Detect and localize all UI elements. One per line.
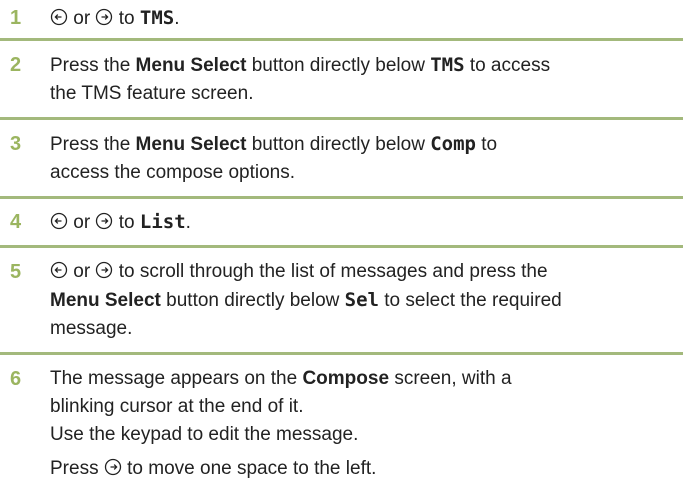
step-text: blinking cursor at the end of it. xyxy=(50,396,304,417)
step-text: message. xyxy=(50,318,133,339)
display-label: TMS xyxy=(139,7,175,29)
step-text: to access xyxy=(469,55,551,76)
steps-list: 1 or to TMS. 2 Press the Menu Select but… xyxy=(0,0,683,487)
step-1: 1 or to TMS. xyxy=(0,0,683,41)
step-text: or xyxy=(73,212,91,233)
display-label: Comp xyxy=(430,133,476,155)
nav-right-icon xyxy=(104,458,122,476)
nav-right-icon xyxy=(95,8,113,26)
step-text: to move one space to the left. xyxy=(127,458,377,479)
step-text: or xyxy=(73,8,91,29)
step-text: Press the xyxy=(50,134,131,155)
button-name: Menu Select xyxy=(135,55,247,76)
button-name: Menu Select xyxy=(50,290,161,311)
step-6: 6 The message appears on the Compose scr… xyxy=(0,355,683,487)
nav-right-icon xyxy=(95,261,113,279)
step-text: to xyxy=(481,134,498,155)
step-text: the TMS feature screen. xyxy=(50,83,254,104)
step-text: screen, with a xyxy=(394,368,512,389)
nav-right-icon xyxy=(95,212,113,230)
step-text: access the compose options. xyxy=(50,162,296,183)
step-3: 3 Press the Menu Select button directly … xyxy=(0,120,683,199)
nav-left-icon xyxy=(50,261,68,279)
screen-name: Compose xyxy=(302,368,390,389)
step-text: Use the keypad to edit the message. xyxy=(50,424,359,445)
step-number: 1 xyxy=(10,7,22,29)
step-4: 4 or to List. xyxy=(0,199,683,248)
step-text: Press xyxy=(50,458,99,479)
step-text: . xyxy=(185,212,191,233)
display-label: TMS xyxy=(430,54,465,76)
button-name: Menu Select xyxy=(135,134,247,155)
display-label: List xyxy=(139,211,186,233)
step-number: 3 xyxy=(10,133,22,155)
step-text: to xyxy=(118,8,135,29)
step-text: . xyxy=(174,8,180,29)
step-text: button directly below xyxy=(166,290,340,311)
nav-left-icon xyxy=(50,8,68,26)
step-2: 2 Press the Menu Select button directly … xyxy=(0,41,683,120)
step-text: button directly below xyxy=(251,55,425,76)
nav-left-icon xyxy=(50,212,68,230)
step-text: to select the required xyxy=(384,290,562,311)
step-text: to xyxy=(118,212,135,233)
step-text: button directly below xyxy=(251,134,425,155)
step-number: 5 xyxy=(10,261,22,283)
step-text: or xyxy=(73,261,91,282)
step-text: to scroll through the list of messages a… xyxy=(118,261,548,282)
step-text: Press the xyxy=(50,55,131,76)
display-label: Sel xyxy=(344,289,379,311)
step-number: 6 xyxy=(10,368,22,390)
step-5: 5 or to scroll through the list of messa… xyxy=(0,248,683,355)
step-number: 4 xyxy=(10,211,22,233)
step-number: 2 xyxy=(10,54,22,76)
step-text: The message appears on the xyxy=(50,368,298,389)
